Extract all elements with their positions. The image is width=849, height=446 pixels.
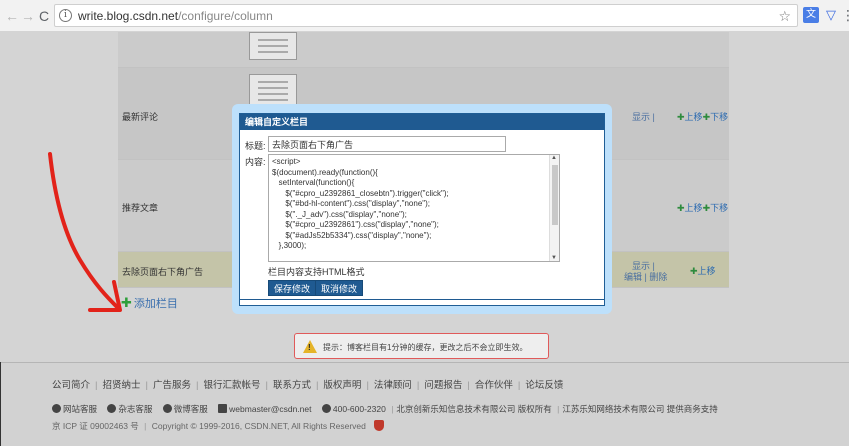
back-button[interactable]: ←: [4, 8, 20, 24]
footer-link[interactable]: 公司简介: [52, 380, 90, 391]
textarea-scrollbar[interactable]: ▲ ▼: [549, 155, 559, 261]
footer-link[interactable]: 论坛反馈: [525, 380, 563, 391]
url-text[interactable]: write.blog.csdn.net/configure/column: [78, 9, 273, 23]
page-edge-line: [0, 362, 1, 446]
footer-link[interactable]: 问题报告: [424, 380, 462, 391]
move-controls: ✚上移✚下移: [677, 110, 728, 123]
footer-link-separator: |: [517, 380, 521, 391]
cache-warning-notice: ! 提示：博客栏目有1分钟的缓存，更改之后不会立即生效。: [294, 333, 549, 359]
footer-link[interactable]: 合作伙伴: [475, 380, 513, 391]
move-up-icon: ✚: [690, 266, 698, 276]
content-code: <script> $(document).ready(function(){ s…: [272, 157, 449, 250]
site-footer: 公司简介 | 招贤纳士 | 广告服务 | 银行汇款帐号 | 联系方式 | 版权声明 | 法律顾问 | 问题报…: [0, 362, 849, 446]
service-icon: [52, 404, 61, 413]
move-up-link[interactable]: 上移: [698, 266, 716, 276]
footer-link[interactable]: 版权声明: [323, 380, 361, 391]
footer-link-separator: |: [467, 380, 470, 391]
footer-link[interactable]: 联系方式: [273, 380, 311, 391]
reload-button[interactable]: C: [36, 8, 52, 24]
footer-link-separator: |: [195, 380, 199, 391]
footer-link-separator: |: [366, 380, 369, 391]
phone-icon: [321, 404, 331, 413]
add-column-label: 添加栏目: [133, 298, 178, 310]
footer-link[interactable]: 法律顾问: [374, 380, 412, 391]
email-link[interactable]: webmaster@csdn.net: [229, 404, 311, 414]
icp-number[interactable]: 京 ICP 证 09002463 号: [52, 421, 139, 431]
scrollbar-thumb[interactable]: [552, 165, 558, 225]
dialog-footer-line: [240, 299, 604, 305]
company-copyright: 北京创新乐知信息技术有限公司 版权所有: [396, 404, 552, 414]
column-title: 去除页面右下角广告: [122, 267, 204, 277]
content-label: 内容:: [245, 157, 266, 167]
html-support-hint: 栏目内容支持HTML格式: [268, 267, 365, 277]
show-link[interactable]: 显示: [632, 112, 650, 122]
footer-link-separator: |: [315, 380, 319, 391]
dialog-title: 编辑自定义栏目: [240, 114, 604, 130]
content-textarea[interactable]: <script> $(document).ready(function(){ s…: [268, 154, 560, 262]
shield-extension-icon[interactable]: ▽: [823, 7, 839, 23]
red-arrow-annotation: [48, 152, 122, 312]
url-path: /configure/column: [178, 9, 273, 23]
company-support: 江苏乐知网络技术有限公司 提供商务支持: [562, 404, 718, 414]
phone-number: 400-600-2320: [332, 404, 386, 414]
move-up-link[interactable]: 上移: [685, 203, 703, 213]
weibo-icon: [162, 404, 172, 413]
move-controls: ✚上移✚下移: [677, 201, 728, 214]
move-down-icon: ✚: [702, 203, 711, 213]
info-icon[interactable]: i: [59, 9, 72, 22]
copyright-text: Copyright © 1999-2016, CSDN.NET, All Rig…: [151, 421, 366, 431]
move-down-icon: ✚: [702, 112, 711, 122]
edit-link[interactable]: 编辑: [624, 272, 642, 282]
footer-link-separator: |: [145, 380, 148, 391]
email-icon: [218, 404, 228, 413]
move-down-link[interactable]: 下移: [710, 203, 728, 213]
forward-button[interactable]: →: [20, 8, 36, 24]
column-title: 最新评论: [122, 112, 159, 122]
footer-link[interactable]: 招贤纳士: [102, 380, 140, 391]
weibo-link[interactable]: 微博客服: [174, 404, 208, 414]
scroll-down-icon[interactable]: ▼: [551, 255, 557, 261]
cancel-button[interactable]: 取消修改: [315, 280, 364, 296]
footer-link-separator: |: [265, 380, 268, 391]
move-down-link[interactable]: 下移: [710, 112, 728, 122]
footer-contacts: 网站客服 杂志客服 微博客服 webmaster@csdn.net 400-60…: [52, 403, 718, 415]
move-up-icon: ✚: [677, 112, 685, 122]
browser-menu-icon[interactable]: ⋮: [840, 7, 849, 23]
delete-link[interactable]: 删除: [649, 272, 667, 282]
edit-column-dialog: 编辑自定义栏目 标题: 内容: <script> $(document).rea…: [239, 113, 605, 306]
footer-links: 公司简介 | 招贤纳士 | 广告服务 | 银行汇款帐号 | 联系方式 | 版权声明 | 法律顾问 | 问题报…: [52, 377, 563, 391]
footer-copyright: 京 ICP 证 09002463 号 | Copyright © 1999-20…: [52, 420, 385, 432]
move-up-icon: ✚: [677, 203, 685, 213]
service-link[interactable]: 网站客服: [63, 404, 97, 414]
address-bar[interactable]: i write.blog.csdn.net/configure/column ☆: [54, 4, 798, 27]
footer-link[interactable]: 银行汇款帐号: [203, 380, 260, 391]
warning-icon: !: [303, 340, 317, 353]
scroll-up-icon[interactable]: ▲: [551, 155, 557, 161]
url-host: write.blog.csdn.net: [78, 9, 179, 23]
security-badge-icon[interactable]: [374, 420, 385, 431]
bookmark-star-icon[interactable]: ☆: [778, 8, 791, 25]
footer-link[interactable]: 广告服务: [153, 380, 191, 391]
move-controls: ✚上移: [690, 264, 716, 277]
browser-toolbar: ← → C i write.blog.csdn.net/configure/co…: [0, 0, 849, 32]
move-up-link[interactable]: 上移: [685, 112, 703, 122]
footer-link-separator: |: [95, 380, 98, 391]
title-input[interactable]: [268, 136, 506, 152]
footer-link-separator: |: [416, 380, 420, 391]
magazine-icon: [107, 404, 117, 413]
separator: |: [652, 112, 655, 122]
translate-icon[interactable]: 文: [803, 7, 819, 23]
save-button[interactable]: 保存修改: [268, 280, 317, 296]
magazine-link[interactable]: 杂志客服: [118, 404, 152, 414]
separator: |: [644, 272, 647, 282]
title-label: 标题:: [245, 141, 266, 151]
column-row: [118, 32, 729, 68]
warning-text: 提示：博客栏目有1分钟的缓存，更改之后不会立即生效。: [323, 343, 528, 352]
column-preview-thumbnail: [249, 32, 297, 60]
